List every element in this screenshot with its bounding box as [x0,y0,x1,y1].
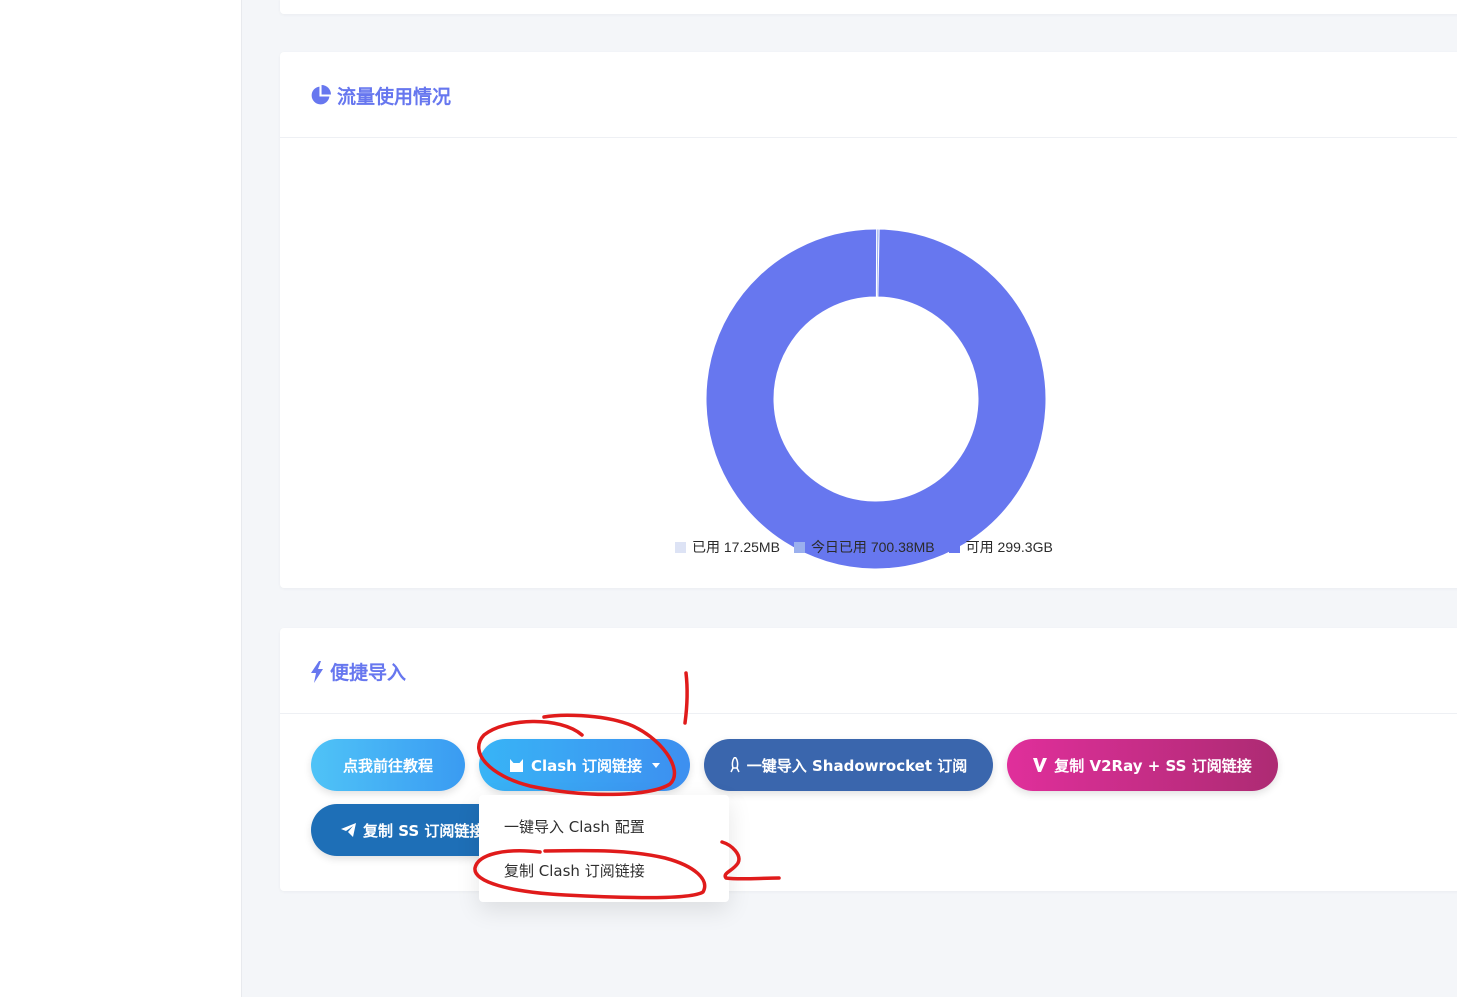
tutorial-button-label: 点我前往教程 [342,756,433,775]
quick-import-card: 便捷导入 点我前往教程 Clash 订阅链接 一键导入 Shadowrocket… [280,628,1457,891]
clash-dropdown-menu: 一键导入 Clash 配置 复制 Clash 订阅链接 [479,795,729,902]
legend-swatch-used [675,541,686,553]
previous-card-bottom [280,0,1457,14]
legend-item-used[interactable]: 已用 17.25MB [675,537,780,557]
v2ray-button-label: 复制 V2Ray + SS 订阅链接 [1054,756,1252,775]
left-sidebar [0,0,242,997]
clash-button-label: Clash 订阅链接 [530,756,643,775]
import-card-header: 便捷导入 [280,628,1457,714]
legend-item-today-used[interactable]: 今日已用 700.38MB [793,537,935,557]
import-title-text: 便捷导入 [330,662,407,684]
cat-icon [509,758,524,772]
tutorial-button[interactable]: 点我前往教程 [311,739,465,791]
chevron-down-icon [652,762,661,768]
donut-slice-2[interactable] [705,228,1047,570]
bolt-icon [311,660,323,683]
legend-swatch-today-used [793,541,805,553]
v2ray-copy-button[interactable]: 复制 V2Ray + SS 订阅链接 [1007,739,1278,791]
legend-label-today-used: 今日已用 700.38MB [810,539,935,555]
legend-item-available[interactable]: 可用 299.3GB [948,537,1053,557]
legend-label-available: 可用 299.3GB [965,539,1053,555]
pie-chart-icon [311,85,331,105]
paper-plane-icon [341,823,356,837]
traffic-chart [280,138,1457,588]
legend-label-used: 已用 17.25MB [692,539,780,555]
traffic-usage-card: 流量使用情况 已用 17.25MB 今日已用 700.38MB 可用 299.3… [280,52,1457,588]
traffic-card-title: 流量使用情况 [310,82,451,109]
donut-chart [705,228,1047,570]
legend-swatch-available [948,541,960,553]
traffic-card-header: 流量使用情况 [280,52,1457,138]
v2ray-logo-icon [1033,758,1048,772]
rocket-icon [730,757,740,773]
chart-legend: 已用 17.25MB 今日已用 700.38MB 可用 299.3GB [675,537,1053,557]
traffic-title-text: 流量使用情况 [337,86,452,108]
ss-button-label: 复制 SS 订阅链接 [363,821,485,840]
clash-subscription-dropdown-button[interactable]: Clash 订阅链接 [479,739,690,791]
dropdown-item-copy-clash-link[interactable]: 复制 Clash 订阅链接 [504,860,645,881]
dropdown-item-import-clash-config[interactable]: 一键导入 Clash 配置 [504,816,645,837]
import-card-title: 便捷导入 [310,658,406,685]
shadowrocket-import-button[interactable]: 一键导入 Shadowrocket 订阅 [704,739,993,791]
shadowrocket-button-label: 一键导入 Shadowrocket 订阅 [746,756,968,775]
